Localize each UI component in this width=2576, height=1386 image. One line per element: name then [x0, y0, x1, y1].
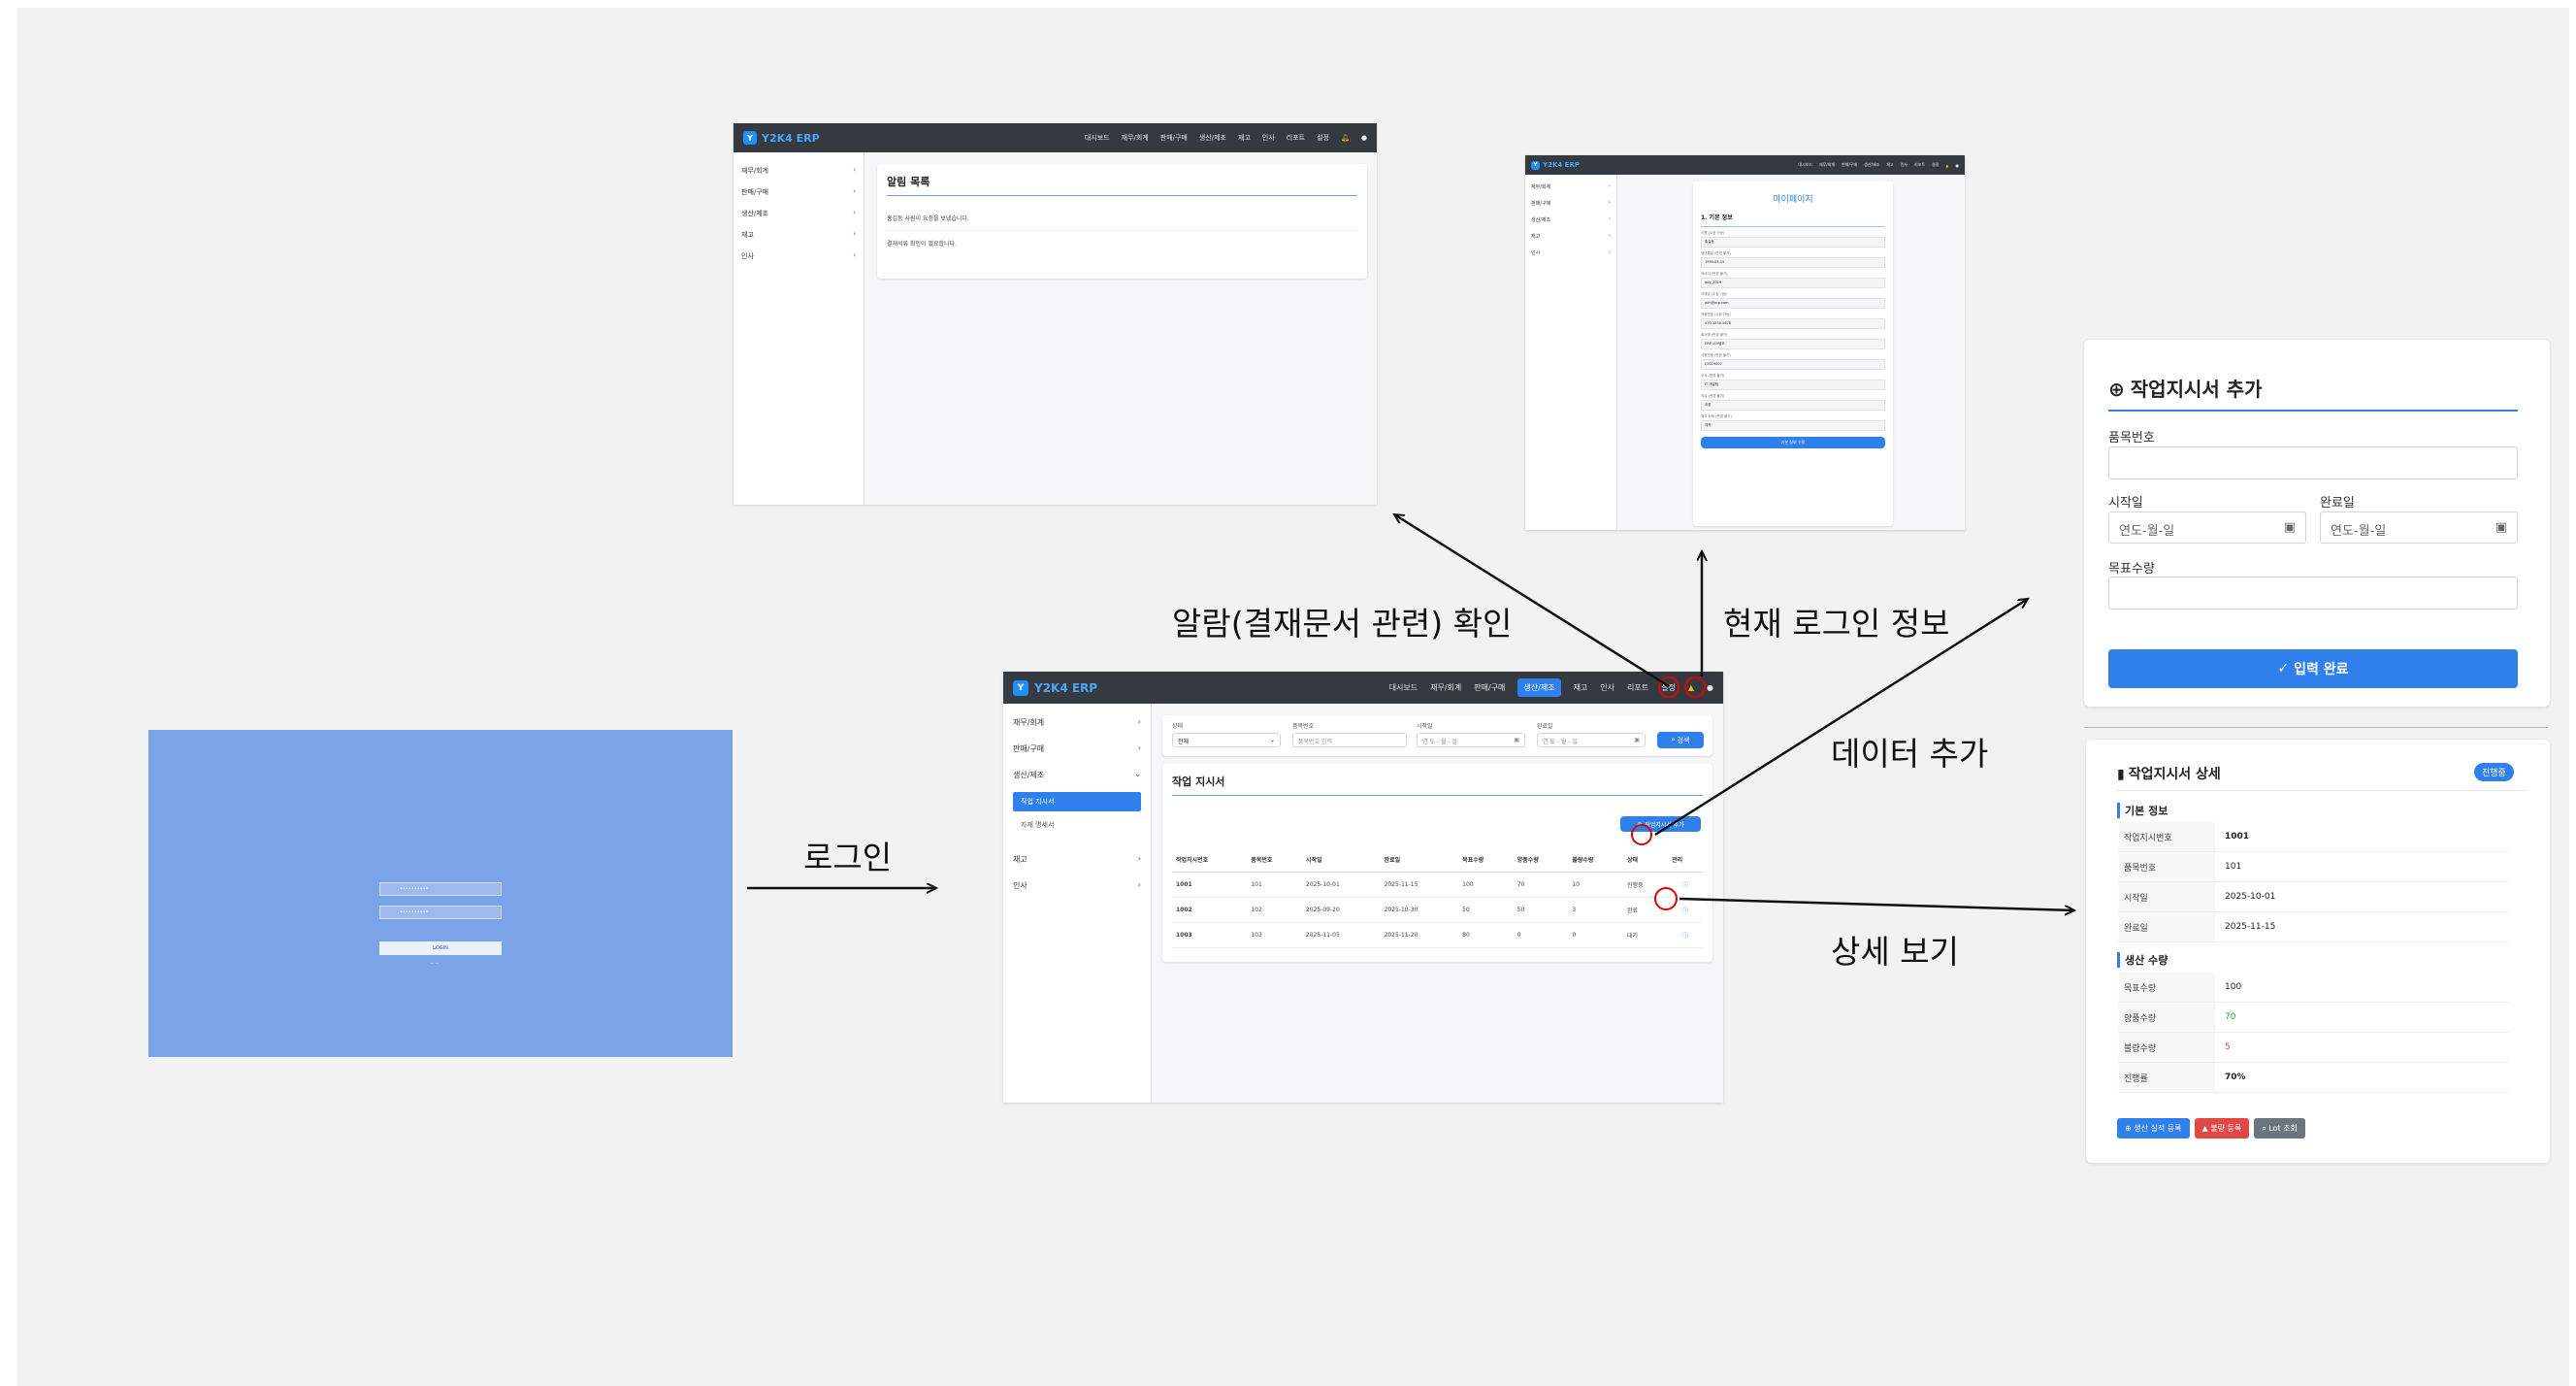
arrow-alarm	[1394, 514, 1670, 688]
arrows-layer	[747, 0, 2576, 1386]
arrow-detail-view	[1679, 897, 2074, 910]
arrow-add-data	[1654, 599, 2028, 837]
